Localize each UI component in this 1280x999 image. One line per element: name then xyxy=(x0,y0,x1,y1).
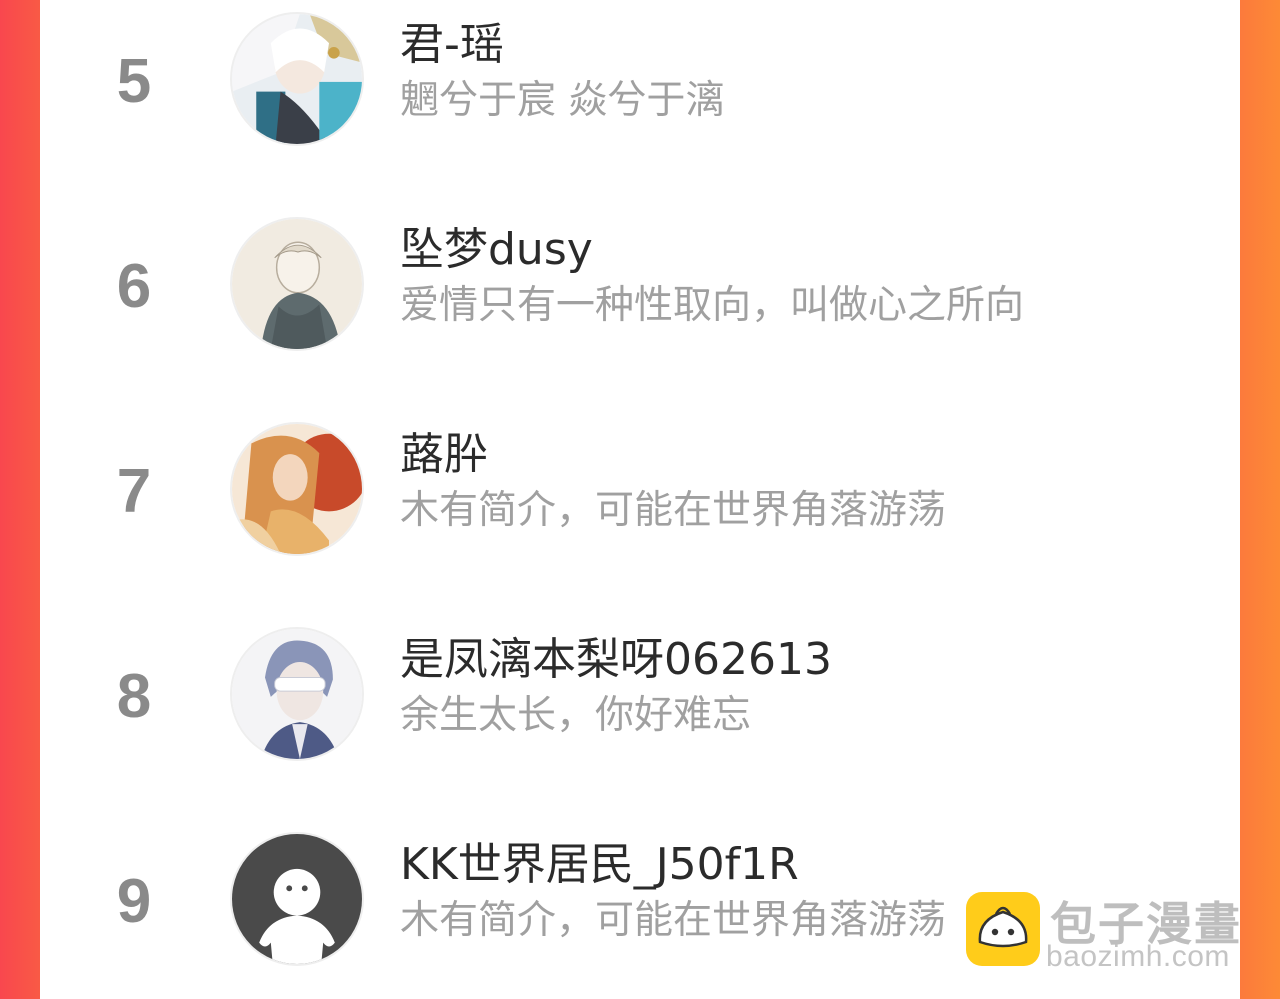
watermark-url: baozimh.com xyxy=(1046,940,1230,973)
username[interactable]: 蕗肸 xyxy=(400,430,488,480)
anime-avatar-blindfold-icon xyxy=(232,629,362,759)
rank-number: 9 xyxy=(116,867,152,936)
username[interactable]: 坠梦dusy xyxy=(400,225,593,275)
avatar[interactable] xyxy=(230,832,364,966)
ranking-row[interactable]: 8 是凤漓本梨呀062613 余生太长，你好难忘 xyxy=(40,627,1240,767)
user-bio: 木有简介，可能在世界角落游荡 xyxy=(400,488,947,533)
user-bio: 木有简介，可能在世界角落游荡 xyxy=(400,898,947,943)
anime-avatar-white-hair-icon xyxy=(232,14,362,144)
user-bio: 余生太长，你好难忘 xyxy=(400,693,752,738)
site-watermark: 包子漫畫 baozimh.com xyxy=(966,890,1252,974)
ranking-panel: 5 君-瑶 魍兮于宸 焱兮于漓 6 坠梦dusy 爱情只有一种性取向，叫做心之所… xyxy=(40,0,1240,999)
username[interactable]: KK世界居民_J50f1R xyxy=(400,840,799,890)
ranking-row[interactable]: 6 坠梦dusy 爱情只有一种性取向，叫做心之所向 xyxy=(40,217,1240,357)
avatar[interactable] xyxy=(230,12,364,146)
username[interactable]: 君-瑶 xyxy=(400,20,504,70)
avatar[interactable] xyxy=(230,422,364,556)
rank-number: 8 xyxy=(116,662,152,731)
username[interactable]: 是凤漓本梨呀062613 xyxy=(400,635,832,685)
avatar[interactable] xyxy=(230,627,364,761)
rank-number: 7 xyxy=(116,457,152,526)
bun-logo-icon xyxy=(966,892,1040,966)
anime-avatar-sketch-icon xyxy=(232,219,362,349)
anime-avatar-orange-icon xyxy=(232,424,362,554)
user-bio: 爱情只有一种性取向，叫做心之所向 xyxy=(400,283,1025,328)
rank-number: 6 xyxy=(116,252,152,321)
avatar[interactable] xyxy=(230,217,364,351)
ranking-row[interactable]: 7 蕗肸 木有简介，可能在世界角落游荡 xyxy=(40,422,1240,562)
rank-number: 5 xyxy=(116,47,152,116)
ranking-row[interactable]: 5 君-瑶 魍兮于宸 焱兮于漓 xyxy=(40,12,1240,152)
default-avatar-icon xyxy=(232,834,362,964)
user-bio: 魍兮于宸 焱兮于漓 xyxy=(400,78,725,123)
